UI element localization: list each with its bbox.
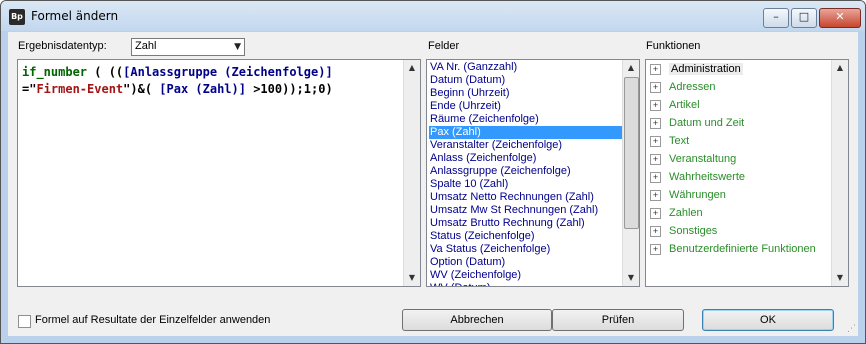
function-category-label: Zahlen [669,207,703,219]
formula-editor[interactable]: if_number ( (([Anlassgruppe (Zeichenfolg… [17,59,421,287]
code-text: ")&( [123,82,160,96]
result-type-select[interactable]: Zahl ▼ [131,38,245,56]
function-category-label: Veranstaltung [669,153,737,165]
app-icon: Bp [9,9,25,25]
code-text: ( (( [87,65,124,79]
close-icon[interactable]: ✕ [819,8,861,28]
code-field: [Anlassgruppe (Zeichenfolge)] [123,65,333,79]
function-category-label: Text [669,135,690,147]
code-keyword: if_number [22,65,88,79]
result-type-label: Ergebnisdatentyp: [18,40,107,52]
check-button[interactable]: Prüfen [552,309,684,331]
scroll-up-icon[interactable]: ▲ [832,60,848,76]
field-item[interactable]: VA Nr. (Ganzzahl) [429,61,517,74]
function-category[interactable]: + Datum und Zeit [650,115,744,131]
field-item[interactable]: Beginn (Uhrzeit) [429,87,509,100]
function-category-label: Adressen [669,81,716,93]
field-item[interactable]: Datum (Datum) [429,74,505,87]
expand-icon[interactable]: + [650,81,661,93]
ok-button[interactable]: OK [702,309,834,331]
apply-to-fields-label: Formel auf Resultate der Einzelfelder an… [35,314,271,326]
function-category[interactable]: + Sonstiges [650,223,717,239]
expand-icon[interactable]: + [650,135,661,147]
resize-grip-icon[interactable]: ⋰ [847,324,856,334]
expand-icon[interactable]: + [650,207,661,219]
function-category[interactable]: + Veranstaltung [650,151,736,167]
fields-scrollbar[interactable]: ▲ ▼ [622,60,639,286]
formula-code[interactable]: if_number ( (([Anlassgruppe (Zeichenfolg… [22,64,402,98]
scroll-up-icon[interactable]: ▲ [404,60,420,76]
minimize-icon[interactable]: – [763,8,789,28]
formula-dialog: Bp Formel ändern – □ ✕ Ergebnisdatentyp:… [0,0,866,344]
code-string: Firmen-Event [36,82,124,96]
function-category[interactable]: + Administration [650,61,743,77]
functions-tree[interactable]: ▲ ▼ + Administration + Adressen + Artikel + Dat… [645,59,849,287]
code-text: =" [22,82,37,96]
title-bar: Bp Formel ändern – □ ✕ [1,1,865,31]
expand-icon[interactable]: + [650,171,661,183]
field-item[interactable]: Umsatz Mw St Rechnungen (Zahl) [429,204,598,217]
field-item[interactable]: Anlass (Zeichenfolge) [429,152,536,165]
field-item[interactable]: Pax (Zahl) [429,126,622,139]
expand-icon[interactable]: + [650,117,661,129]
scroll-down-icon[interactable]: ▼ [404,270,420,286]
maximize-icon[interactable]: □ [791,8,817,28]
function-category[interactable]: + Adressen [650,79,715,95]
fields-list[interactable]: ▲ ▼ VA Nr. (Ganzzahl) Datum (Datum) Beginn… [426,59,640,287]
function-category-label: Sonstiges [669,225,718,237]
expand-icon[interactable]: + [650,225,661,237]
function-category-label: Datum und Zeit [669,117,745,129]
field-item[interactable]: Anlassgruppe (Zeichenfolge) [429,165,571,178]
fields-label: Felder [428,40,460,52]
field-item[interactable]: Umsatz Netto Rechnungen (Zahl) [429,191,594,204]
scroll-thumb[interactable] [624,77,639,229]
expand-icon[interactable]: + [650,63,661,75]
function-category[interactable]: + Text [650,133,689,149]
function-category[interactable]: + Benutzerdefinierte Funktionen [650,241,816,257]
function-category-label: Benutzerdefinierte Funktionen [669,243,816,255]
field-item[interactable]: WV (Datum) [429,282,491,286]
window-title: Formel ändern [31,9,119,23]
expand-icon[interactable]: + [650,189,661,201]
functions-label: Funktionen [646,40,701,52]
result-type-value: Zahl [135,40,157,52]
code-field: [Pax (Zahl)] [159,82,246,96]
field-item[interactable]: Status (Zeichenfolge) [429,230,535,243]
field-item[interactable]: Umsatz Brutto Rechnung (Zahl) [429,217,585,230]
scroll-up-icon[interactable]: ▲ [623,60,639,76]
function-category[interactable]: + Währungen [650,187,726,203]
expand-icon[interactable]: + [650,153,661,165]
field-item[interactable]: WV (Zeichenfolge) [429,269,521,282]
dialog-body: Ergebnisdatentyp: Zahl ▼ if_number ( (([… [8,32,858,336]
function-category-label: Währungen [669,189,726,201]
field-item[interactable]: Spalte 10 (Zahl) [429,178,508,191]
function-category-label: Administration [669,63,743,75]
scroll-down-icon[interactable]: ▼ [832,270,848,286]
expand-icon[interactable]: + [650,243,661,255]
field-item[interactable]: Ende (Uhrzeit) [429,100,501,113]
field-item[interactable]: Option (Datum) [429,256,505,269]
field-item[interactable]: Veranstalter (Zeichenfolge) [429,139,562,152]
apply-to-fields-checkbox[interactable] [18,315,31,328]
functions-scrollbar[interactable]: ▲ ▼ [831,60,848,286]
expand-icon[interactable]: + [650,99,661,111]
editor-scrollbar[interactable]: ▲ ▼ [403,60,420,286]
function-category[interactable]: + Zahlen [650,205,703,221]
field-item[interactable]: Va Status (Zeichenfolge) [429,243,550,256]
scroll-down-icon[interactable]: ▼ [623,270,639,286]
function-category-label: Artikel [669,99,700,111]
function-category-label: Wahrheitswerte [669,171,746,183]
code-text: >100));1;0) [245,82,333,96]
function-category[interactable]: + Artikel [650,97,700,113]
function-category[interactable]: + Wahrheitswerte [650,169,745,185]
cancel-button[interactable]: Abbrechen [402,309,552,331]
chevron-down-icon: ▼ [234,42,241,52]
field-item[interactable]: Räume (Zeichenfolge) [429,113,539,126]
